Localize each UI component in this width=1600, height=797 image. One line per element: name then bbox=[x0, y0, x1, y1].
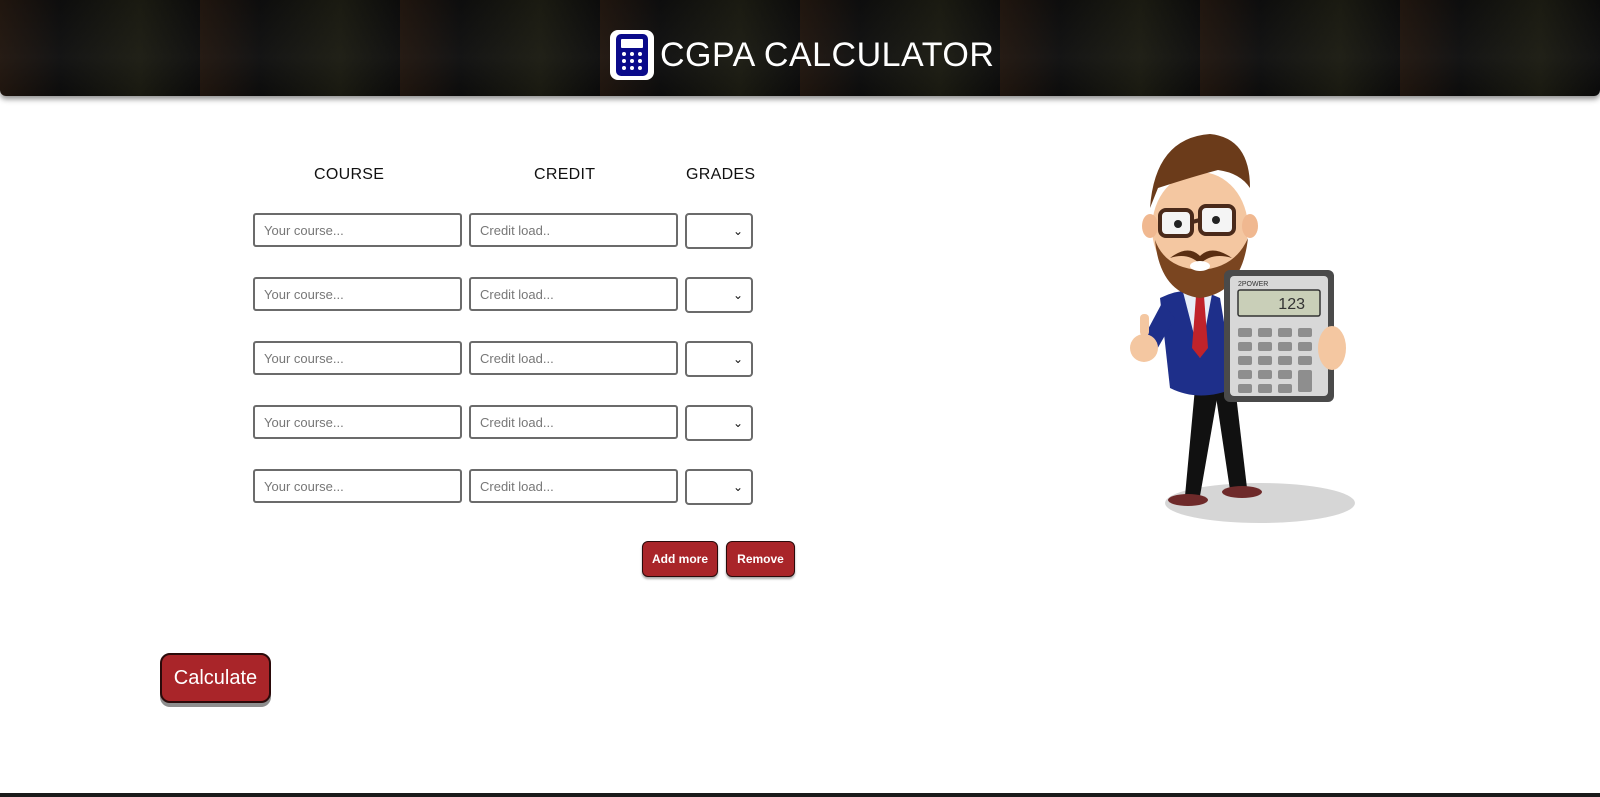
chevron-down-icon: ⌄ bbox=[732, 288, 743, 302]
grade-select[interactable]: ⌄ bbox=[685, 469, 753, 505]
course-input[interactable] bbox=[253, 469, 462, 503]
grade-select[interactable]: ⌄ bbox=[685, 405, 753, 441]
calculator-display-text: 123 bbox=[1278, 296, 1305, 313]
calculate-button[interactable]: Calculate bbox=[160, 653, 271, 703]
header-brand: CGPA CALCULATOR bbox=[610, 30, 994, 80]
course-input[interactable] bbox=[253, 405, 462, 439]
credit-input[interactable] bbox=[469, 213, 678, 247]
remove-button[interactable]: Remove bbox=[726, 541, 795, 577]
chevron-down-icon: ⌄ bbox=[732, 416, 743, 430]
grade-select[interactable]: ⌄ bbox=[685, 277, 753, 313]
chevron-down-icon: ⌄ bbox=[732, 352, 743, 366]
credit-input[interactable] bbox=[469, 469, 678, 503]
credit-input[interactable] bbox=[469, 341, 678, 375]
credit-input[interactable] bbox=[469, 277, 678, 311]
calculator-brand-text: 2POWER bbox=[1238, 281, 1268, 288]
credit-input[interactable] bbox=[469, 405, 678, 439]
course-input[interactable] bbox=[253, 341, 462, 375]
credit-column-header: CREDIT bbox=[534, 166, 596, 183]
page-title: CGPA CALCULATOR bbox=[660, 35, 995, 74]
grade-select[interactable]: ⌄ bbox=[685, 341, 753, 377]
course-column-header: COURSE bbox=[314, 166, 385, 183]
add-more-button[interactable]: Add more bbox=[642, 541, 718, 577]
course-input[interactable] bbox=[253, 277, 462, 311]
page-bottom-border bbox=[0, 793, 1600, 797]
chevron-down-icon: ⌄ bbox=[732, 480, 743, 494]
header-banner: CGPA CALCULATOR bbox=[0, 0, 1600, 96]
chevron-down-icon: ⌄ bbox=[732, 224, 743, 238]
grades-column-header: GRADES bbox=[686, 166, 756, 183]
calculator-icon bbox=[610, 30, 654, 80]
man-with-calculator-illustration: 123 2POWER bbox=[1100, 118, 1420, 538]
grade-select[interactable]: ⌄ bbox=[685, 213, 753, 249]
course-input[interactable] bbox=[253, 213, 462, 247]
